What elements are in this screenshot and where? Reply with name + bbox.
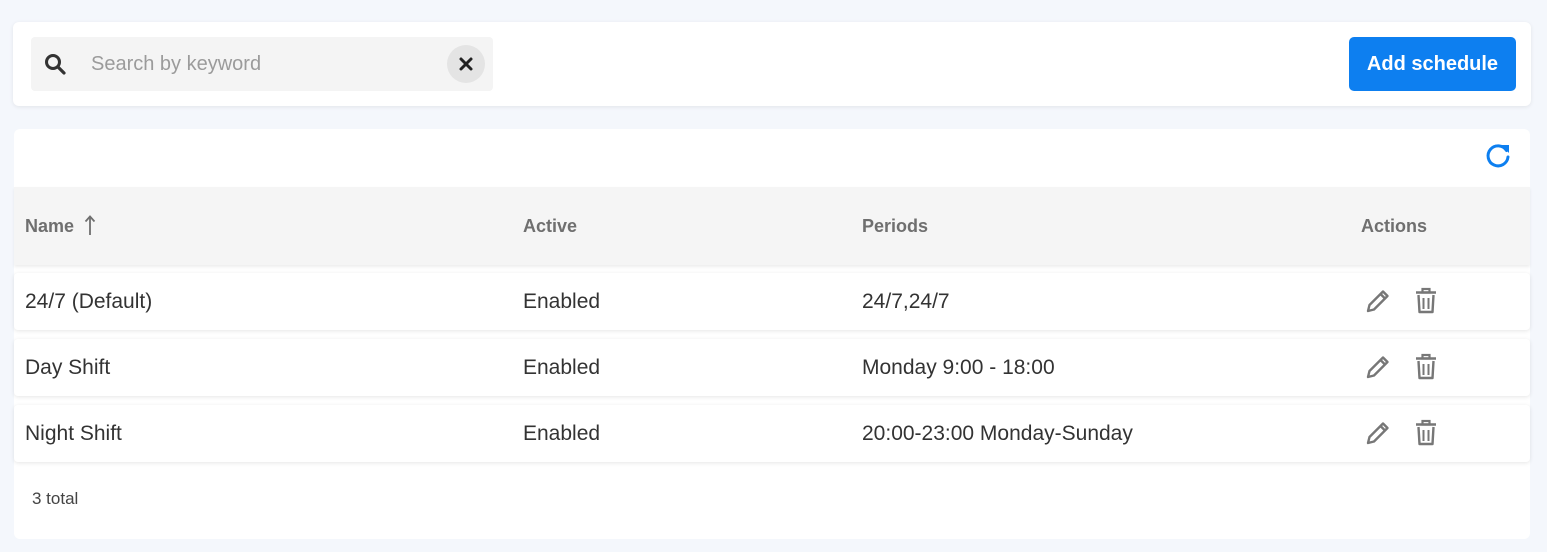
column-header-active[interactable]: Active	[523, 187, 577, 265]
search-input[interactable]	[89, 49, 429, 79]
column-header-name-label: Name	[25, 216, 75, 236]
cell-active: Enabled	[523, 422, 601, 445]
search-box	[31, 37, 493, 91]
cell-periods: 20:00-23:00 Monday-Sunday	[862, 422, 1133, 445]
column-header-periods[interactable]: Periods	[862, 187, 928, 265]
pencil-icon	[1366, 356, 1389, 379]
cell-periods: 24/7,24/7	[862, 290, 950, 313]
trash-icon	[1416, 419, 1436, 446]
edit-button[interactable]	[1363, 352, 1393, 382]
edit-button[interactable]	[1363, 418, 1393, 448]
search-icon	[45, 54, 66, 75]
cell-name: Night Shift	[25, 422, 122, 445]
sort-ascending-icon	[84, 215, 96, 236]
total-count: 3 total	[32, 489, 79, 508]
table-header: Name Active Periods Actions	[14, 187, 1530, 265]
cell-active: Enabled	[523, 356, 601, 379]
cell-active: Enabled	[523, 290, 601, 313]
cell-name: Day Shift	[25, 356, 111, 379]
table-row[interactable]: Day Shift Enabled Monday 9:00 - 18:00	[14, 339, 1530, 396]
table-row[interactable]: 24/7 (Default) Enabled 24/7,24/7	[14, 273, 1530, 330]
delete-button[interactable]	[1411, 418, 1441, 448]
clear-search-button[interactable]	[447, 45, 485, 83]
pencil-icon	[1366, 422, 1389, 445]
pencil-icon	[1366, 290, 1389, 313]
column-header-name[interactable]: Name	[25, 187, 96, 265]
delete-button[interactable]	[1411, 286, 1441, 316]
schedules-table: Name Active Periods Actions 24/7 (Defaul…	[14, 129, 1530, 539]
add-schedule-button[interactable]: Add schedule	[1349, 37, 1516, 91]
trash-icon	[1416, 353, 1436, 380]
cell-name: 24/7 (Default)	[25, 290, 153, 313]
toolbar: Add schedule	[13, 22, 1531, 106]
close-icon	[459, 57, 473, 71]
refresh-icon	[1486, 144, 1510, 168]
column-header-actions: Actions	[1361, 216, 1428, 236]
delete-button[interactable]	[1411, 352, 1441, 382]
table-row[interactable]: Night Shift Enabled 20:00-23:00 Monday-S…	[14, 405, 1530, 462]
cell-periods: Monday 9:00 - 18:00	[862, 356, 1055, 379]
trash-icon	[1416, 287, 1436, 314]
edit-button[interactable]	[1363, 286, 1393, 316]
refresh-button[interactable]	[1483, 141, 1513, 171]
